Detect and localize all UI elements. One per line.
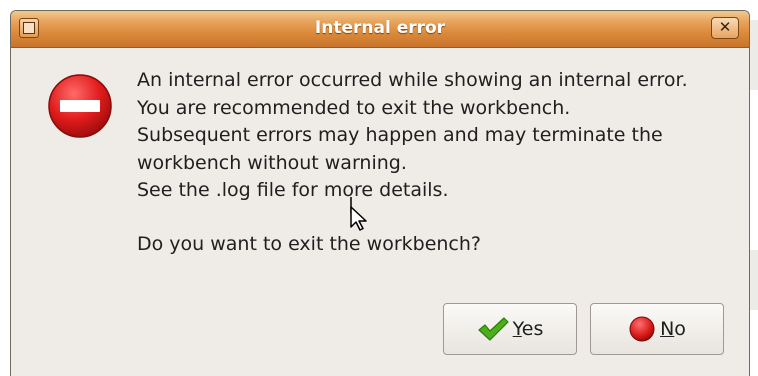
- message-line: Subsequent errors may happen and may ter…: [137, 124, 663, 146]
- message-line: You are recommended to exit the workbenc…: [137, 96, 571, 119]
- checkmark-icon: [478, 317, 509, 341]
- message-line: workbench without warning.: [137, 151, 407, 174]
- background-window-edge: [749, 250, 758, 310]
- mouse-cursor-icon: [347, 197, 371, 231]
- internal-error-dialog: Internal error ✕ An internal error occur…: [10, 10, 750, 376]
- no-button[interactable]: No: [590, 303, 724, 355]
- screen: Internal error ✕ An internal error occur…: [0, 0, 758, 376]
- title-bar[interactable]: Internal error ✕: [11, 11, 749, 48]
- error-message: An internal error occurred while showing…: [137, 67, 737, 205]
- error-icon: [47, 73, 113, 139]
- yes-button[interactable]: Yes: [443, 303, 577, 355]
- dialog-title: Internal error: [314, 18, 446, 38]
- close-button[interactable]: ✕: [711, 17, 739, 39]
- no-label: No: [660, 318, 686, 340]
- message-line: See the .log file for more details.: [137, 179, 449, 201]
- stop-icon: [629, 316, 655, 342]
- exit-question: Do you want to exit the workbench?: [137, 233, 482, 255]
- message-line: An internal error occurred while showing…: [137, 69, 688, 91]
- background-window-edge: [749, 20, 758, 90]
- yes-label: Yes: [512, 318, 544, 340]
